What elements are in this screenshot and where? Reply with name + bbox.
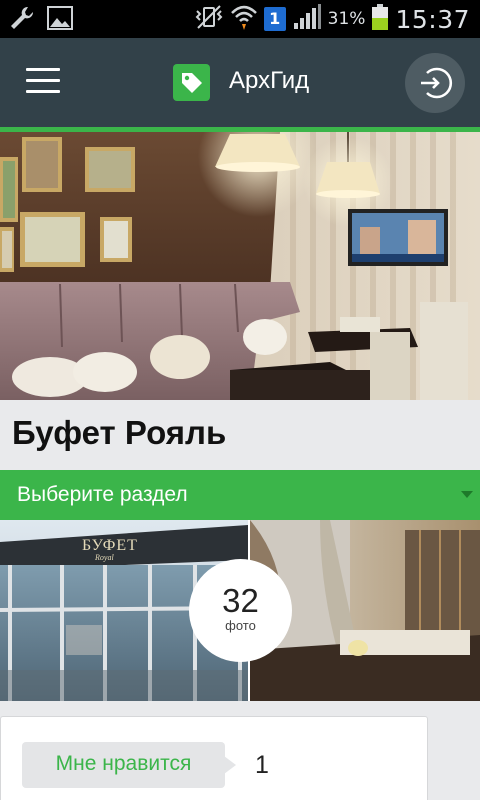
app-screen: 1 31% 15:37 АрхГид Буфет Рояль Выберите … xyxy=(0,0,480,800)
photo-count-badge[interactable]: 32 фото xyxy=(189,559,292,662)
hero-photo[interactable] xyxy=(0,132,480,400)
signal-icon xyxy=(292,3,322,35)
status-bar: 1 31% 15:37 xyxy=(0,0,480,38)
photo-count-unit: фото xyxy=(225,618,256,633)
battery-icon xyxy=(371,3,389,35)
image-icon xyxy=(46,5,74,35)
sign-in-icon xyxy=(421,67,453,99)
sign-in-button[interactable] xyxy=(405,53,465,113)
notification-badge: 1 xyxy=(263,7,286,31)
storefront-sign: БУФЕТ xyxy=(82,537,138,554)
hamburger-icon[interactable] xyxy=(26,68,60,94)
venue-title: Буфет Рояль xyxy=(12,414,227,451)
vibrate-icon xyxy=(194,4,224,34)
chevron-down-icon xyxy=(461,491,473,498)
clock: 15:37 xyxy=(395,4,470,34)
battery-percent: 31% xyxy=(327,9,366,29)
like-count: 1 xyxy=(255,751,269,779)
section-select-label: Выберите раздел xyxy=(17,483,188,506)
tag-icon xyxy=(173,64,210,101)
wifi-icon xyxy=(230,3,258,35)
storefront-sign-sub: Royal xyxy=(94,553,114,562)
like-button-notch xyxy=(224,756,236,774)
wrench-icon xyxy=(8,4,36,36)
photo-count: 32 xyxy=(222,582,259,619)
like-button-label[interactable]: Мне нравится xyxy=(22,752,225,776)
app-title: АрхГид xyxy=(229,67,310,94)
